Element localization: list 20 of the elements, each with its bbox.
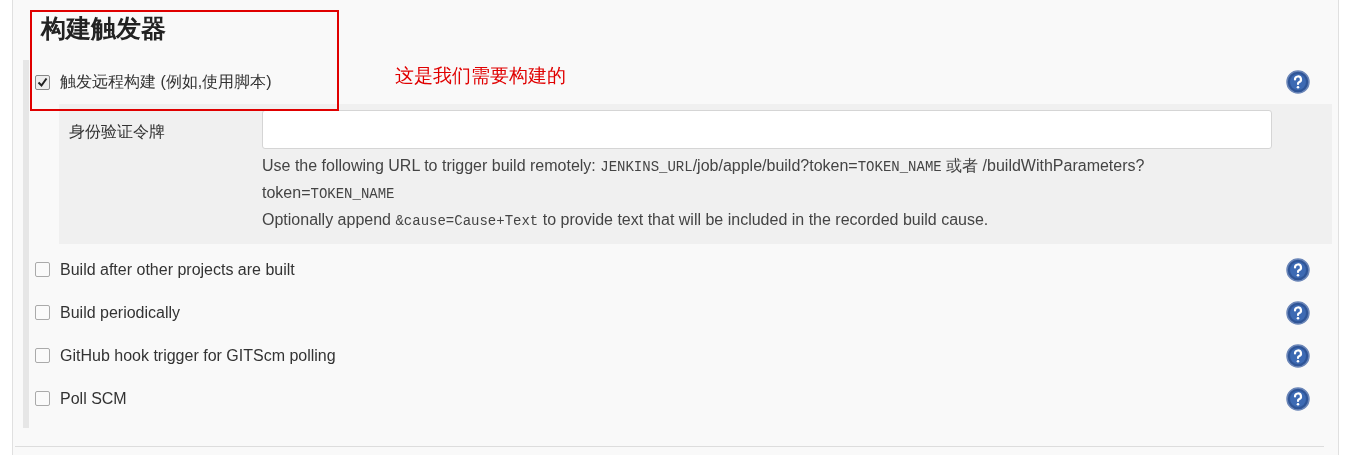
help-icon[interactable] (1286, 343, 1310, 368)
checkbox[interactable] (35, 348, 50, 363)
checkbox[interactable] (35, 305, 50, 320)
help-text: Use the following URL to trigger build remotely: JENKINS_URL/job/apple/build?token=TOKEN_NAME 或者 /buildWithParameters? token=TOKEN_NAME Optionally append &cause=Cause+Text to provide text that will be included in the recorded build cause. (262, 156, 1146, 231)
annotation-text: 这是我们需要构建的 (395, 64, 566, 88)
checkbox[interactable] (35, 262, 50, 277)
help-icon[interactable] (1286, 300, 1310, 325)
checkbox-label[interactable]: Build periodically (60, 300, 181, 325)
checkbox[interactable] (35, 74, 50, 90)
checkbox-label[interactable]: Build after other projects are built (60, 257, 295, 282)
help-icon[interactable] (1286, 257, 1310, 282)
checkbox[interactable] (35, 391, 50, 406)
field-label: 身份验证令牌 (69, 123, 165, 140)
help-icon[interactable] (1286, 386, 1310, 411)
help-icon[interactable] (1286, 70, 1310, 94)
section-title: 构建触发器 (41, 14, 166, 42)
checkbox-label[interactable]: 触发远程构建 (例如,使用脚本) (60, 70, 272, 94)
token-input-field[interactable] (262, 110, 1272, 149)
checkbox-label[interactable]: Poll SCM (60, 386, 127, 411)
checkbox-label[interactable]: GitHub hook trigger for GITScm polling (60, 343, 336, 368)
